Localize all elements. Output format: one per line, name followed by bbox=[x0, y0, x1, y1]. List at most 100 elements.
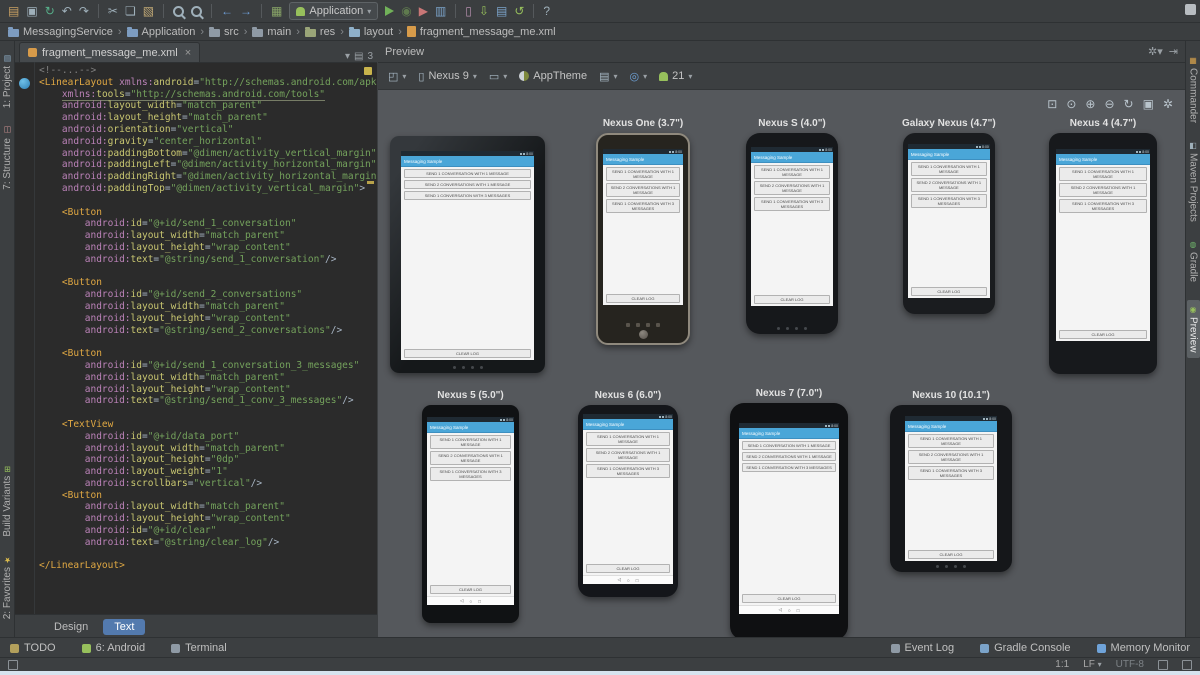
encoding[interactable]: UTF-8 bbox=[1116, 659, 1144, 670]
preview-gear-icon[interactable]: ✲▾ bbox=[1148, 45, 1163, 58]
copy-icon[interactable]: ❏ bbox=[125, 5, 136, 17]
tab-design[interactable]: Design bbox=[43, 619, 99, 635]
close-tab-icon[interactable]: × bbox=[185, 47, 191, 59]
breadcrumb-item[interactable]: fragment_message_me.xml bbox=[407, 26, 556, 38]
paste-icon[interactable]: ▧ bbox=[143, 5, 154, 17]
breadcrumb-item[interactable]: res bbox=[305, 26, 335, 38]
toolwindow-event-log[interactable]: Event Log bbox=[891, 642, 955, 654]
app-button[interactable]: SEND 1 CONVERSATION WITH 3 MESSAGES bbox=[404, 191, 531, 200]
undo-icon[interactable]: ↶ bbox=[62, 5, 72, 17]
code-editor[interactable]: <!--...--><LinearLayout xmlns:android="h… bbox=[15, 62, 377, 615]
app-button[interactable]: SEND 1 CONVERSATION WITH 1 MESSAGE bbox=[908, 434, 994, 448]
app-button[interactable]: SEND 2 CONVERSATIONS WITH 1 MESSAGE bbox=[586, 448, 670, 462]
help-icon[interactable]: ? bbox=[543, 5, 550, 17]
tool-strip-item-gradle[interactable]: ◍Gradle bbox=[1188, 240, 1199, 282]
app-button[interactable]: SEND 1 CONVERSATION WITH 1 MESSAGE bbox=[404, 169, 531, 178]
app-button[interactable]: SEND 2 CONVERSATIONS WITH 1 MESSAGE bbox=[911, 178, 987, 192]
run-config-select[interactable]: Application▾ bbox=[289, 2, 378, 20]
device-frame[interactable]: 8:00 Messaging Sample SEND 1 CONVERSATIO… bbox=[422, 405, 519, 623]
orientation-select[interactable]: ◰▾ bbox=[388, 70, 406, 83]
clear-log-button[interactable]: CLEAR LOG bbox=[586, 564, 670, 573]
app-button[interactable]: SEND 1 CONVERSATION WITH 1 MESSAGE bbox=[742, 441, 836, 450]
device-select[interactable]: ▯ Nexus 9▾ bbox=[418, 70, 476, 83]
clear-log-button[interactable]: CLEAR LOG bbox=[908, 550, 994, 559]
cut-icon[interactable]: ✂ bbox=[108, 5, 118, 17]
app-button[interactable]: SEND 1 CONVERSATION WITH 1 MESSAGE bbox=[754, 165, 830, 179]
app-button[interactable]: SEND 1 CONVERSATION WITH 3 MESSAGES bbox=[430, 467, 511, 481]
gradle-sync-icon[interactable]: ↺ bbox=[514, 5, 524, 17]
app-button[interactable]: SEND 2 CONVERSATIONS WITH 1 MESSAGE bbox=[404, 180, 531, 189]
tool-strip-item-7-structure[interactable]: 7: Structure◫ bbox=[2, 126, 13, 190]
app-button[interactable]: SEND 1 CONVERSATION WITH 1 MESSAGE bbox=[430, 435, 511, 449]
app-button[interactable]: SEND 1 CONVERSATION WITH 3 MESSAGES bbox=[586, 464, 670, 478]
zoom-fit-icon[interactable]: ⊡ bbox=[1047, 97, 1057, 111]
avd-manager-icon[interactable]: ▯ bbox=[465, 5, 472, 17]
app-button[interactable]: SEND 2 CONVERSATIONS WITH 1 MESSAGE bbox=[754, 181, 830, 195]
app-button[interactable]: SEND 1 CONVERSATION WITH 3 MESSAGES bbox=[606, 199, 680, 213]
toolwindow-terminal[interactable]: Terminal bbox=[171, 642, 227, 654]
clear-log-button[interactable]: CLEAR LOG bbox=[404, 349, 531, 358]
toolwindow-android[interactable]: 6: Android bbox=[82, 642, 146, 654]
activity-select[interactable]: ▤▾ bbox=[599, 70, 617, 83]
inspection-status-icon[interactable] bbox=[364, 67, 372, 75]
clear-log-button[interactable]: CLEAR LOG bbox=[430, 585, 511, 594]
zoom-actual-icon[interactable]: ⊙ bbox=[1066, 97, 1076, 111]
lock-icon[interactable] bbox=[1158, 660, 1168, 670]
open-icon[interactable]: ▤ bbox=[8, 5, 19, 17]
run-icon[interactable] bbox=[385, 6, 394, 16]
preview-settings-icon[interactable]: ✲ bbox=[1163, 97, 1173, 111]
clear-log-button[interactable]: CLEAR LOG bbox=[754, 295, 830, 304]
device-frame[interactable]: 8:00 Messaging Sample SEND 1 CONVERSATIO… bbox=[596, 133, 690, 345]
tool-strip-item-maven-projects[interactable]: ◧Maven Projects bbox=[1188, 141, 1199, 222]
app-button[interactable]: SEND 1 CONVERSATION WITH 3 MESSAGES bbox=[908, 466, 994, 480]
tab-text[interactable]: Text bbox=[103, 619, 145, 635]
hide-panel-icon[interactable]: ⇥ bbox=[1169, 45, 1178, 58]
screenshot-icon[interactable]: ▣ bbox=[1143, 97, 1154, 111]
device-frame[interactable]: 8:00 Messaging Sample SEND 1 CONVERSATIO… bbox=[578, 405, 678, 597]
device-frame[interactable]: 8:00 Messaging Sample SEND 1 CONVERSATIO… bbox=[1049, 133, 1157, 374]
device-frame[interactable]: 8:00 Messaging Sample SEND 1 CONVERSATIO… bbox=[390, 136, 545, 373]
clear-log-button[interactable]: CLEAR LOG bbox=[911, 287, 987, 296]
zoom-in-icon[interactable]: ⊕ bbox=[1085, 97, 1095, 111]
config-select[interactable]: ▭▾ bbox=[489, 70, 507, 83]
breadcrumb-item[interactable]: Application bbox=[127, 26, 196, 38]
clear-log-button[interactable]: CLEAR LOG bbox=[742, 594, 836, 603]
run-config-icon[interactable]: ▦ bbox=[271, 5, 282, 17]
app-button[interactable]: SEND 1 CONVERSATION WITH 1 MESSAGE bbox=[1059, 167, 1147, 181]
coverage-icon[interactable]: ▶ bbox=[419, 5, 428, 17]
sync-icon[interactable]: ↻ bbox=[45, 5, 55, 17]
toolwindow-todo[interactable]: TODO bbox=[10, 642, 56, 654]
caret-position[interactable]: 1:1 bbox=[1055, 659, 1069, 670]
refresh-icon[interactable]: ↻ bbox=[1124, 97, 1134, 111]
breadcrumb-item[interactable]: layout bbox=[349, 26, 393, 38]
save-icon[interactable]: ▣ bbox=[26, 5, 37, 17]
clear-log-button[interactable]: CLEAR LOG bbox=[606, 294, 680, 303]
app-button[interactable]: SEND 1 CONVERSATION WITH 3 MESSAGES bbox=[754, 197, 830, 211]
line-ending[interactable]: LF ▾ bbox=[1083, 659, 1101, 670]
app-button[interactable]: SEND 1 CONVERSATION WITH 1 MESSAGE bbox=[606, 167, 680, 181]
window-icon[interactable] bbox=[1185, 4, 1196, 15]
tool-strip-item-commander[interactable]: ▦Commander bbox=[1188, 56, 1199, 123]
app-button[interactable]: SEND 1 CONVERSATION WITH 1 MESSAGE bbox=[911, 162, 987, 176]
tool-strip-item-preview[interactable]: ◉Preview bbox=[1187, 300, 1200, 358]
device-frame[interactable]: 8:00 Messaging Sample SEND 1 CONVERSATIO… bbox=[890, 405, 1012, 572]
forward-icon[interactable]: → bbox=[240, 5, 252, 17]
device-monitor-icon[interactable]: ▤ bbox=[496, 5, 507, 17]
split-view-icon[interactable]: ▤ bbox=[354, 51, 363, 62]
device-frame[interactable]: 8:00 Messaging Sample SEND 1 CONVERSATIO… bbox=[903, 133, 995, 314]
warning-marker[interactable] bbox=[367, 181, 374, 184]
breadcrumb-item[interactable]: src bbox=[209, 26, 239, 38]
clear-log-button[interactable]: CLEAR LOG bbox=[1059, 330, 1147, 339]
profiler-icon[interactable]: ▥ bbox=[435, 5, 446, 17]
app-button[interactable]: SEND 2 CONVERSATIONS WITH 1 MESSAGE bbox=[606, 183, 680, 197]
back-icon[interactable]: ← bbox=[221, 5, 233, 17]
breadcrumb-item[interactable]: MessagingService bbox=[8, 26, 113, 38]
breadcrumb-item[interactable]: main bbox=[252, 26, 291, 38]
app-button[interactable]: SEND 2 CONVERSATIONS WITH 1 MESSAGE bbox=[908, 450, 994, 464]
app-button[interactable]: SEND 1 CONVERSATION WITH 1 MESSAGE bbox=[586, 432, 670, 446]
app-button[interactable]: SEND 1 CONVERSATION WITH 3 MESSAGES bbox=[742, 463, 836, 472]
device-frame[interactable]: 8:00 Messaging Sample SEND 1 CONVERSATIO… bbox=[730, 403, 848, 638]
sdk-manager-icon[interactable]: ⇩ bbox=[479, 5, 489, 17]
toggle-toolwindows-icon[interactable] bbox=[8, 660, 18, 670]
api-select[interactable]: 21▾ bbox=[659, 70, 692, 82]
